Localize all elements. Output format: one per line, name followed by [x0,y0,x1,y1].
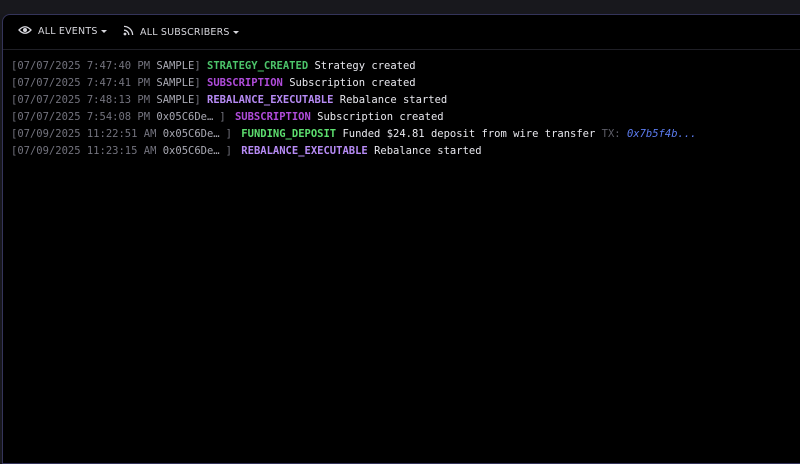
all-subscribers-label: ALL SUBSCRIBERS [140,26,230,38]
tx-hash-link[interactable]: 0x7b5f4b... [627,128,697,140]
log-timestamp: [07/07/2025 7:47:40 PM [11,60,151,72]
log-source-close: ] [219,111,226,123]
log-event-type: STRATEGY_CREATED [207,60,309,72]
log-message: Rebalance started [374,145,482,157]
log-entry: [07/09/2025 11:22:51 AM 0x05C6De…] FUNDI… [11,126,791,143]
log-timestamp: [07/07/2025 7:48:13 PM [11,94,151,106]
log-entry: [07/07/2025 7:54:08 PM 0x05C6De…] SUBSCR… [11,109,791,126]
log-event-type: SUBSCRIPTION [234,111,311,123]
chevron-down-icon [232,30,239,34]
eye-icon [18,25,32,38]
log-source-close: ] [225,128,232,140]
log-message: Rebalance started [339,94,448,106]
log-source: 0x05C6De… [162,128,220,140]
filter-toolbar: ALL EVENTS ALL SUBSCRIBERS [3,15,800,50]
log-timestamp: [07/09/2025 11:23:15 AM [11,145,157,157]
top-strip [0,0,800,14]
log-message: Subscription created [289,77,416,89]
log-source: SAMPLE [156,94,195,106]
event-log: [07/07/2025 7:47:40 PM SAMPLE] STRATEGY_… [11,58,791,160]
log-message: Strategy created [314,60,416,72]
log-entry: [07/07/2025 7:47:40 PM SAMPLE] STRATEGY_… [11,58,791,75]
log-source: 0x05C6De… [156,111,214,123]
log-source: 0x05C6De… [162,145,220,157]
log-event-type: REBALANCE_EXECUTABLE [241,145,368,157]
event-log-panel: ALL EVENTS ALL SUBSCRIBERS [07/07/2025 7… [2,14,800,464]
all-events-label: ALL EVENTS [38,26,98,37]
chevron-down-icon [100,30,107,33]
log-entry: [07/09/2025 11:23:15 AM 0x05C6De…] REBAL… [11,143,791,160]
log-timestamp: [07/07/2025 7:47:41 PM [11,77,151,89]
log-source-close: ] [194,94,201,106]
log-event-type: SUBSCRIPTION [207,77,283,89]
log-entry: [07/07/2025 7:48:13 PM SAMPLE] REBALANCE… [11,92,791,109]
log-entry: [07/07/2025 7:47:41 PM SAMPLE] SUBSCRIPT… [11,75,791,92]
log-message: Subscription created [317,111,444,123]
tx-label: TX: [601,128,621,140]
log-event-type: FUNDING_DEPOSIT [241,128,337,140]
all-subscribers-filter[interactable]: ALL SUBSCRIBERS [123,25,239,39]
log-event-type: REBALANCE_EXECUTABLE [207,94,334,106]
log-timestamp: [07/09/2025 11:22:51 AM [11,128,157,140]
log-timestamp: [07/07/2025 7:54:08 PM [11,111,151,123]
log-source: SAMPLE [156,77,195,89]
log-source-close: ] [194,60,201,72]
all-events-filter[interactable]: ALL EVENTS [18,25,107,38]
rss-icon [123,25,134,39]
log-source-close: ] [225,145,232,157]
log-message: Funded $24.81 deposit from wire transfer [342,128,596,140]
log-source-close: ] [194,77,201,89]
log-source: SAMPLE [156,60,195,72]
